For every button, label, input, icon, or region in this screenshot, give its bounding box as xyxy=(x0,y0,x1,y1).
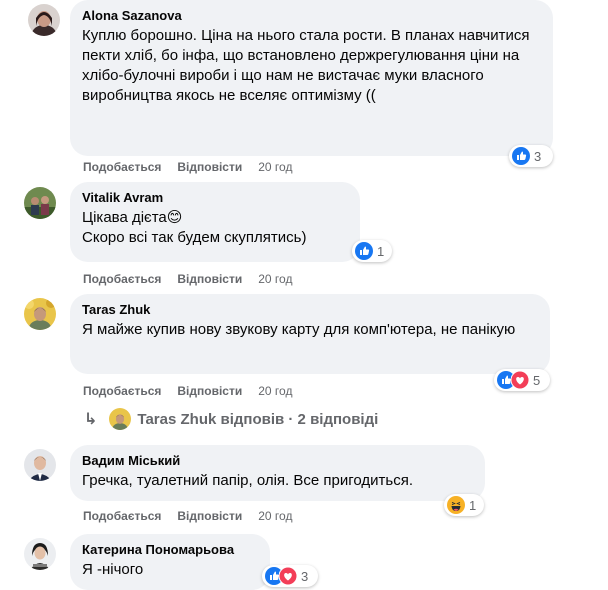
like-button[interactable]: Подобається xyxy=(83,384,161,398)
avatar[interactable] xyxy=(24,538,56,570)
reactions-badge[interactable]: 3 xyxy=(262,565,318,587)
like-button[interactable]: Подобається xyxy=(83,272,161,286)
reactions-badge[interactable]: 1 xyxy=(352,240,392,262)
like-button[interactable]: Подобається xyxy=(83,509,161,523)
comment-bubble: Taras Zhuk Я майже купив нову звукову ка… xyxy=(70,294,550,374)
reaction-count: 3 xyxy=(301,568,309,584)
avatar[interactable] xyxy=(24,449,56,481)
reaction-count: 1 xyxy=(469,497,477,513)
comment-bubble: Вадим Міський Гречка, туалетний папір, о… xyxy=(70,445,485,501)
comment-bubble: Vitalik Avram Цікава дієта😊 Скоро всі та… xyxy=(70,182,360,262)
like-reaction-icon xyxy=(355,242,373,260)
comment-bubble: Alona Sazanova Куплю борошно. Ціна на нь… xyxy=(70,0,553,156)
comment-text: Цікава дієта😊 Скоро всі так будем скупля… xyxy=(82,209,307,246)
love-reaction-icon xyxy=(278,566,298,586)
timestamp[interactable]: 20 год xyxy=(258,384,292,398)
reply-button[interactable]: Відповісти xyxy=(177,160,242,174)
avatar[interactable] xyxy=(28,4,60,36)
reply-button[interactable]: Відповісти xyxy=(177,384,242,398)
comment-actions: Подобається Відповісти 20 год xyxy=(83,383,308,399)
view-replies-link[interactable]: ↳ Taras Zhuk відповів · 2 відповіді xyxy=(84,408,378,430)
reply-button[interactable]: Відповісти xyxy=(177,272,242,286)
comment-author[interactable]: Вадим Міський xyxy=(82,453,473,469)
like-reaction-icon xyxy=(512,147,530,165)
reactions-badge[interactable]: 5 xyxy=(494,369,550,391)
comment-actions: Подобається Відповісти 20 год xyxy=(83,159,308,175)
reaction-count: 5 xyxy=(533,372,541,388)
haha-reaction-icon xyxy=(447,496,465,514)
comment-text: Гречка, туалетний папір, олія. Все приго… xyxy=(82,472,414,489)
comment-actions: Подобається Відповісти 20 год xyxy=(83,508,308,524)
avatar xyxy=(109,408,132,430)
reactions-badge[interactable]: 1 xyxy=(444,494,484,516)
comment-text: Я майже купив нову звукову карту для ком… xyxy=(82,321,516,338)
reaction-count: 3 xyxy=(534,148,542,164)
reaction-count: 1 xyxy=(377,243,385,259)
reactions-badge[interactable]: 3 xyxy=(509,145,553,167)
love-reaction-icon xyxy=(510,370,530,390)
comment-author[interactable]: Taras Zhuk xyxy=(82,302,538,318)
comment-author[interactable]: Alona Sazanova xyxy=(82,8,541,24)
comment-text: Куплю борошно. Ціна на нього стала рости… xyxy=(82,27,530,104)
replies-label[interactable]: Taras Zhuk відповів · 2 відповіді xyxy=(137,411,378,428)
comment-author[interactable]: Vitalik Avram xyxy=(82,190,348,206)
reply-arrow-icon: ↳ xyxy=(84,411,98,428)
timestamp[interactable]: 20 год xyxy=(258,272,292,286)
comment-author[interactable]: Катерина Пономарьова xyxy=(82,542,258,558)
comment-bubble: Катерина Пономарьова Я -нічого xyxy=(70,534,270,590)
comment-text: Я -нічого xyxy=(82,561,144,578)
comment-actions: Подобається Відповісти 20 год xyxy=(83,271,308,287)
avatar[interactable] xyxy=(24,187,56,219)
timestamp[interactable]: 20 год xyxy=(258,509,292,523)
avatar[interactable] xyxy=(24,298,56,330)
like-button[interactable]: Подобається xyxy=(83,160,161,174)
timestamp[interactable]: 20 год xyxy=(258,160,292,174)
reply-button[interactable]: Відповісти xyxy=(177,509,242,523)
